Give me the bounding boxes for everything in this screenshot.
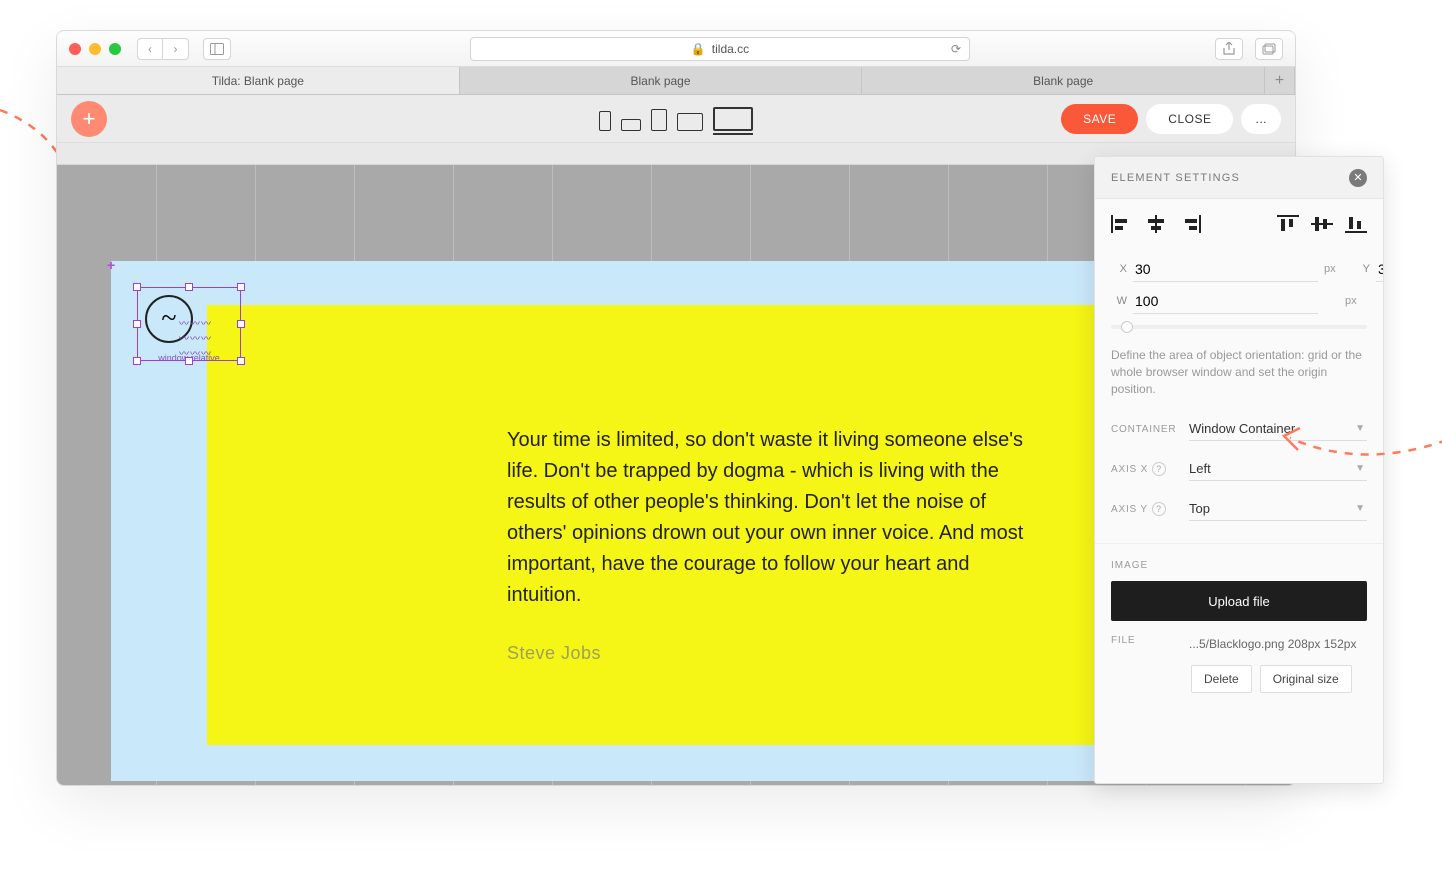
reload-icon[interactable]: ⟳ bbox=[951, 42, 961, 56]
add-block-button[interactable]: + bbox=[71, 101, 107, 137]
lock-icon: 🔒 bbox=[691, 42, 706, 56]
share-icon bbox=[1223, 42, 1235, 56]
quote-text[interactable]: Your time is limited, so don't waste it … bbox=[507, 425, 1027, 611]
back-button[interactable]: ‹ bbox=[137, 38, 163, 60]
browser-tab[interactable]: Blank page bbox=[460, 67, 863, 94]
url-text: tilda.cc bbox=[712, 42, 749, 56]
device-desktop-icon[interactable] bbox=[713, 107, 753, 131]
sidebar-icon bbox=[210, 43, 224, 55]
container-select[interactable]: Window Container ▼ bbox=[1189, 417, 1367, 441]
y-label: Y bbox=[1354, 263, 1370, 275]
url-bar[interactable]: 🔒 tilda.cc ⟳ bbox=[470, 37, 970, 61]
image-section-title: IMAGE bbox=[1095, 544, 1383, 581]
container-row: CONTAINER Window Container ▼ bbox=[1095, 409, 1383, 449]
device-phone-landscape-icon[interactable] bbox=[621, 119, 641, 131]
new-tab-button[interactable]: + bbox=[1265, 67, 1295, 94]
tabs-icon bbox=[1262, 43, 1276, 55]
width-slider[interactable] bbox=[1111, 325, 1367, 329]
selected-element[interactable]: ~ 〰〰〰〰〰〰〰〰〰 window relative bbox=[137, 287, 241, 361]
slider-knob[interactable] bbox=[1121, 321, 1133, 333]
resize-handle[interactable] bbox=[133, 320, 141, 328]
position-controls: X px Y px W px bbox=[1095, 245, 1383, 321]
browser-tabbar: Tilda: Blank page Blank page Blank page … bbox=[57, 67, 1295, 95]
tab-label: Blank page bbox=[630, 74, 690, 88]
more-button[interactable]: ... bbox=[1241, 104, 1281, 134]
device-tablet-landscape-icon[interactable] bbox=[677, 113, 703, 131]
app-toolbar: + SAVE CLOSE ... bbox=[57, 95, 1295, 143]
tab-label: Tilda: Blank page bbox=[212, 74, 304, 88]
resize-handle[interactable] bbox=[185, 357, 193, 365]
help-icon[interactable]: ? bbox=[1152, 502, 1166, 516]
axis-x-select[interactable]: Left ▼ bbox=[1189, 457, 1367, 481]
align-bottom-icon[interactable] bbox=[1345, 215, 1367, 233]
x-label: X bbox=[1111, 263, 1127, 275]
panel-close-button[interactable]: ✕ bbox=[1349, 169, 1367, 187]
align-center-v-icon[interactable] bbox=[1311, 215, 1333, 233]
resize-handle[interactable] bbox=[185, 283, 193, 291]
delete-file-button[interactable]: Delete bbox=[1191, 665, 1252, 693]
axis-y-label: AXIS Y? bbox=[1111, 502, 1179, 516]
window-controls[interactable] bbox=[69, 43, 121, 55]
quote-author[interactable]: Steve Jobs bbox=[507, 643, 601, 664]
device-tablet-portrait-icon[interactable] bbox=[651, 109, 667, 131]
forward-button[interactable]: › bbox=[163, 38, 189, 60]
save-button[interactable]: SAVE bbox=[1061, 104, 1138, 134]
sidebar-toggle-button[interactable] bbox=[203, 38, 231, 60]
device-phone-portrait-icon[interactable] bbox=[599, 111, 611, 131]
axis-x-row: AXIS X? Left ▼ bbox=[1095, 449, 1383, 489]
chevron-down-icon: ▼ bbox=[1355, 423, 1365, 434]
original-size-button[interactable]: Original size bbox=[1260, 665, 1352, 693]
file-info-row: FILE ...5/Blacklogo.png 208px 152px bbox=[1095, 621, 1383, 661]
file-value: ...5/Blacklogo.png 208px 152px bbox=[1189, 635, 1356, 653]
file-label: FILE bbox=[1111, 635, 1179, 653]
w-label: W bbox=[1111, 295, 1127, 307]
container-label: CONTAINER bbox=[1111, 424, 1179, 435]
close-button[interactable]: CLOSE bbox=[1146, 104, 1233, 134]
maximize-window-icon[interactable] bbox=[109, 43, 121, 55]
nav-buttons: ‹ › bbox=[137, 38, 189, 60]
panel-title: ELEMENT SETTINGS bbox=[1111, 172, 1240, 184]
align-center-h-icon[interactable] bbox=[1145, 215, 1167, 233]
align-top-icon[interactable] bbox=[1277, 215, 1299, 233]
panel-header: ELEMENT SETTINGS ✕ bbox=[1095, 157, 1383, 199]
origin-crosshair-icon: + bbox=[107, 257, 115, 273]
align-left-icon[interactable] bbox=[1111, 215, 1133, 233]
y-input[interactable] bbox=[1376, 257, 1384, 282]
axis-y-select[interactable]: Top ▼ bbox=[1189, 497, 1367, 521]
close-window-icon[interactable] bbox=[69, 43, 81, 55]
chevron-down-icon: ▼ bbox=[1355, 503, 1365, 514]
x-input[interactable] bbox=[1133, 257, 1318, 282]
alignment-controls bbox=[1095, 199, 1383, 245]
axis-y-row: AXIS Y? Top ▼ bbox=[1095, 489, 1383, 529]
device-preview-switch bbox=[599, 107, 753, 131]
unit-label: px bbox=[1324, 263, 1346, 275]
element-settings-panel: ELEMENT SETTINGS ✕ X px Y px bbox=[1094, 156, 1384, 784]
resize-handle[interactable] bbox=[237, 357, 245, 365]
help-icon[interactable]: ? bbox=[1152, 462, 1166, 476]
resize-handle[interactable] bbox=[133, 357, 141, 365]
browser-titlebar: ‹ › 🔒 tilda.cc ⟳ bbox=[57, 31, 1295, 67]
minimize-window-icon[interactable] bbox=[89, 43, 101, 55]
tab-label: Blank page bbox=[1033, 74, 1093, 88]
browser-tab[interactable]: Blank page bbox=[862, 67, 1265, 94]
w-input[interactable] bbox=[1133, 289, 1318, 314]
tabs-button[interactable] bbox=[1255, 38, 1283, 60]
resize-handle[interactable] bbox=[133, 283, 141, 291]
align-right-icon[interactable] bbox=[1179, 215, 1201, 233]
share-button[interactable] bbox=[1215, 38, 1243, 60]
chevron-down-icon: ▼ bbox=[1355, 463, 1365, 474]
upload-file-button[interactable]: Upload file bbox=[1111, 581, 1367, 621]
resize-handle[interactable] bbox=[237, 283, 245, 291]
unit-label: px bbox=[1345, 295, 1367, 307]
orientation-description: Define the area of object orientation: g… bbox=[1095, 339, 1383, 409]
browser-tab[interactable]: Tilda: Blank page bbox=[57, 67, 460, 94]
axis-x-label: AXIS X? bbox=[1111, 462, 1179, 476]
resize-handle[interactable] bbox=[237, 320, 245, 328]
